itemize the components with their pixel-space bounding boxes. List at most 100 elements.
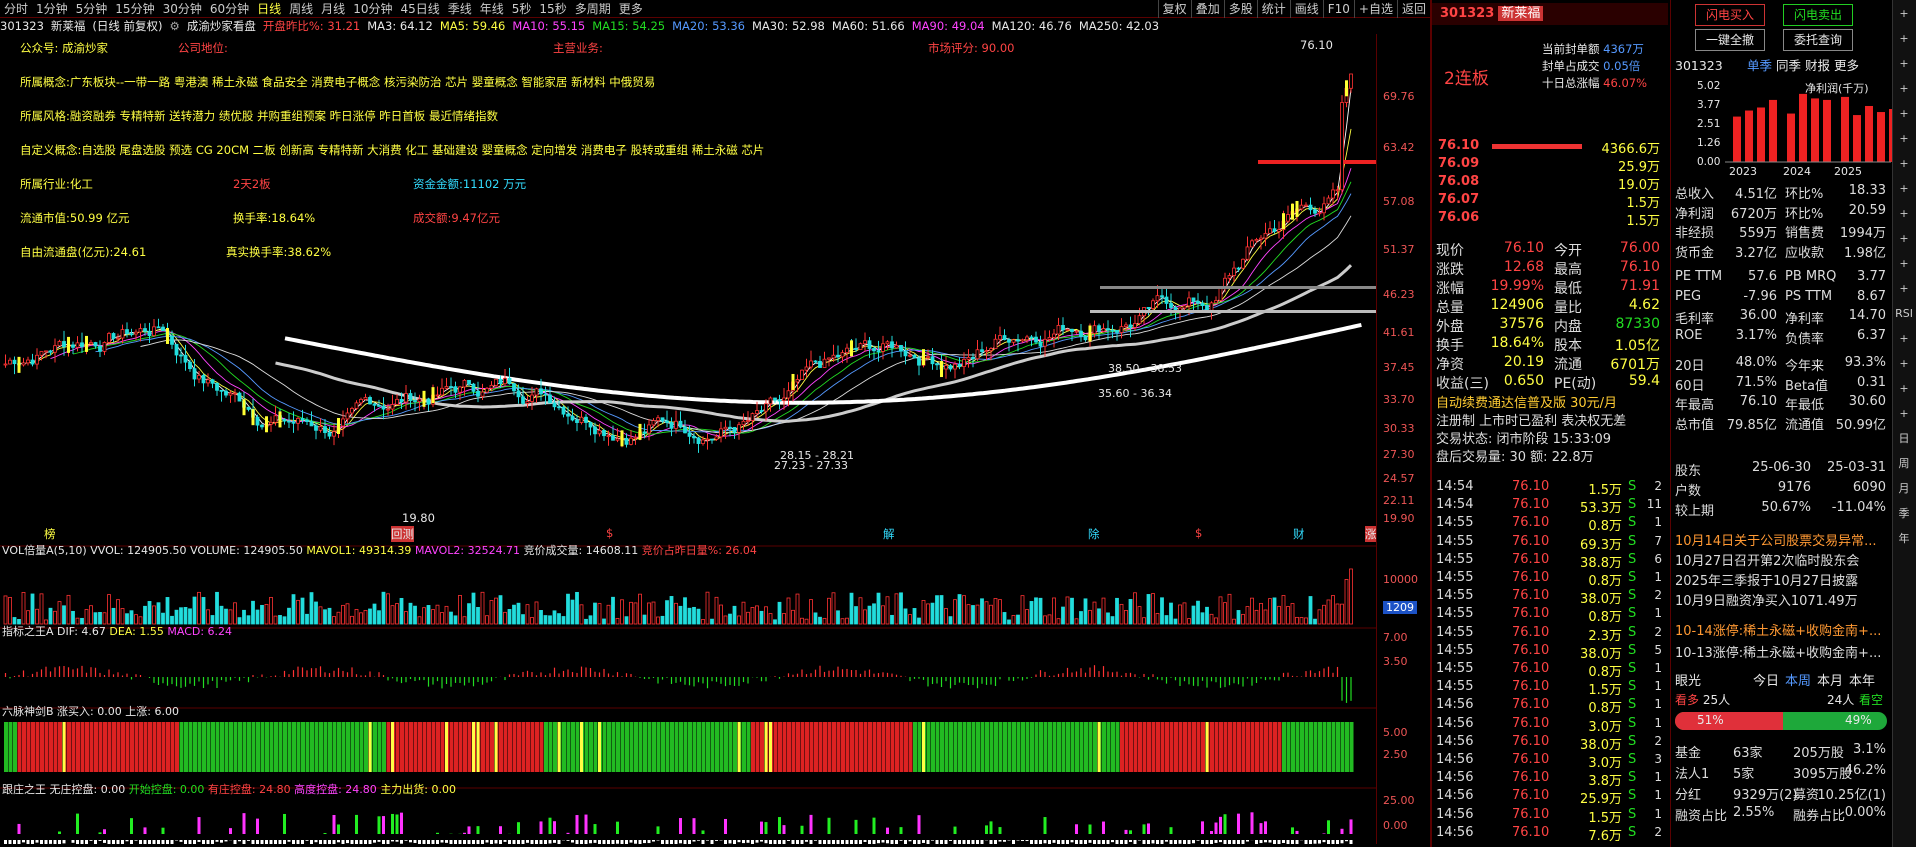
tab-report[interactable]: 财报 [1805,58,1830,73]
period-year[interactable]: 本年 [1849,673,1875,691]
toolstrip-icon[interactable]: 日 [1893,428,1915,450]
volume-bar [1106,612,1110,625]
toolstrip-icon[interactable]: 月 [1893,478,1915,500]
period-tab[interactable]: 30分钟 [159,0,206,18]
period-tab[interactable]: 月线 [317,0,349,18]
period-tab[interactable]: 5分钟 [72,0,112,18]
vote-bar[interactable]: 51% 49% [1675,712,1887,730]
flash-buy-button[interactable]: 闪电买入 [1695,4,1765,26]
cancel-all-button[interactable]: 一键全撤 [1695,29,1765,51]
period-tab[interactable]: 45日线 [396,0,443,18]
zz-bar [355,840,358,844]
period-today[interactable]: 今日 [1753,673,1779,691]
toolstrip-icon[interactable]: + [1893,28,1915,50]
candle-body [575,419,579,423]
ad-banner[interactable]: 自动续费通达信普及版 30元/月 [1436,395,1672,413]
event-mark[interactable]: 回测 [391,526,414,542]
toolstrip-icon[interactable]: + [1893,378,1915,400]
period-tab[interactable]: 季线 [444,0,476,18]
pulse-mark [764,722,768,772]
zz-bar [184,840,187,844]
toolstrip-icon[interactable]: RSI [1893,303,1915,325]
event-mark[interactable]: 涨 [1365,526,1377,542]
volume-bar [363,609,368,625]
toolstrip-icon[interactable]: + [1893,278,1915,300]
tool-overlay-button[interactable]: 叠加 [1190,0,1224,18]
news-item[interactable]: 10月14日关于公司股票交易异常... [1675,530,1876,549]
news-item[interactable]: 2025年三季报于10月27日披露 [1675,570,1858,589]
toolstrip-icon[interactable]: + [1893,128,1915,150]
tool-multi-button[interactable]: 多股 [1223,0,1257,18]
candle-body [624,437,629,445]
news-item[interactable]: 10月9日融资净买入1071.49万 [1675,590,1858,609]
candle-body [750,413,755,421]
period-tab[interactable]: 1分钟 [32,0,72,18]
fin-value: 1994万 [1839,226,1886,241]
period-tab[interactable]: 15分钟 [111,0,158,18]
volume-bar [561,616,566,625]
event-mark[interactable]: $ [606,526,613,540]
period-tab-daily[interactable]: 日线 [253,0,285,18]
toolstrip-icon[interactable]: 周 [1893,453,1915,475]
toolstrip-icon[interactable]: + [1893,353,1915,375]
toolstrip-icon[interactable]: + [1893,178,1915,200]
zz-bar [697,840,700,841]
limit-item[interactable]: 10-14涨停:稀土永磁+收购金南+... [1675,620,1881,639]
fin-label: 总收入 [1675,187,1715,202]
candle-body [1020,339,1025,342]
tool-fuquan-button[interactable]: 复权 [1157,0,1191,18]
period-tab[interactable]: 多周期 [571,0,615,18]
tool-stats-button[interactable]: 统计 [1256,0,1290,18]
period-tab[interactable]: 年线 [476,0,508,18]
period-tab-more[interactable]: 更多 [615,0,647,18]
event-mark[interactable]: 榜 [44,526,56,542]
tick-time: 14:56 [1436,715,1474,731]
toolstrip-icon[interactable]: + [1893,153,1915,175]
indicator-settings-icon[interactable]: ⚙ [170,19,180,33]
toolstrip-icon[interactable]: + [1893,78,1915,100]
pulse-bar [8,722,13,772]
period-tab[interactable]: 周线 [285,0,317,18]
toolstrip-icon[interactable]: + [1893,53,1915,75]
news-item[interactable]: 10月27日召开第2次临时股东会 [1675,550,1859,569]
flash-sell-button[interactable]: 闪电卖出 [1783,4,1853,26]
zz-bar [368,840,372,844]
volume-bar [642,614,647,625]
event-mark[interactable]: 除 [1088,526,1100,542]
limit-item[interactable]: 10-13涨停:稀土永磁+收购金南+... [1675,642,1881,661]
candle-body [975,349,980,360]
toolstrip-icon[interactable]: + [1893,328,1915,350]
tool-draw-button[interactable]: 画线 [1289,0,1323,18]
tick-count: 1 [1654,515,1662,530]
toolstrip-icon[interactable]: + [1893,103,1915,125]
tool-f10-button[interactable]: F10 [1322,0,1354,18]
zz-axis: 0.00 [1383,819,1408,832]
toolstrip-icon[interactable]: + [1893,228,1915,250]
toolstrip-icon[interactable]: + [1893,203,1915,225]
tick-side: S [1628,715,1637,731]
candle-body [1106,328,1110,331]
toolstrip-icon[interactable]: 季 [1893,503,1915,525]
zz-bar [544,840,547,844]
order-query-button[interactable]: 委托查询 [1783,29,1853,51]
event-mark[interactable]: $ [1195,526,1202,540]
tab-same-quarter[interactable]: 同季 [1776,58,1801,73]
event-mark[interactable]: 财 [1293,526,1305,542]
toolstrip-icon[interactable]: + [1893,403,1915,425]
period-tab[interactable]: 60分钟 [206,0,253,18]
candle-body [1272,228,1277,232]
period-tab[interactable]: 5秒 [508,0,536,18]
period-tab[interactable]: 10分钟 [349,0,396,18]
tab-quarter[interactable]: 单季 [1747,58,1772,73]
period-week[interactable]: 本周 [1785,673,1811,691]
toolstrip-icon[interactable]: + [1893,3,1915,25]
toolstrip-icon[interactable]: 年 [1893,528,1915,550]
period-tab[interactable]: 分时 [0,0,32,18]
period-month[interactable]: 本月 [1817,673,1843,691]
tab-more[interactable]: 更多 [1834,58,1859,73]
event-mark[interactable]: 解 [883,526,895,542]
tool-watchlist-button[interactable]: +自选 [1353,0,1397,18]
toolstrip-icon[interactable]: + [1893,253,1915,275]
tool-back-button[interactable]: 返回 [1396,0,1430,18]
period-tab[interactable]: 15秒 [535,0,570,18]
